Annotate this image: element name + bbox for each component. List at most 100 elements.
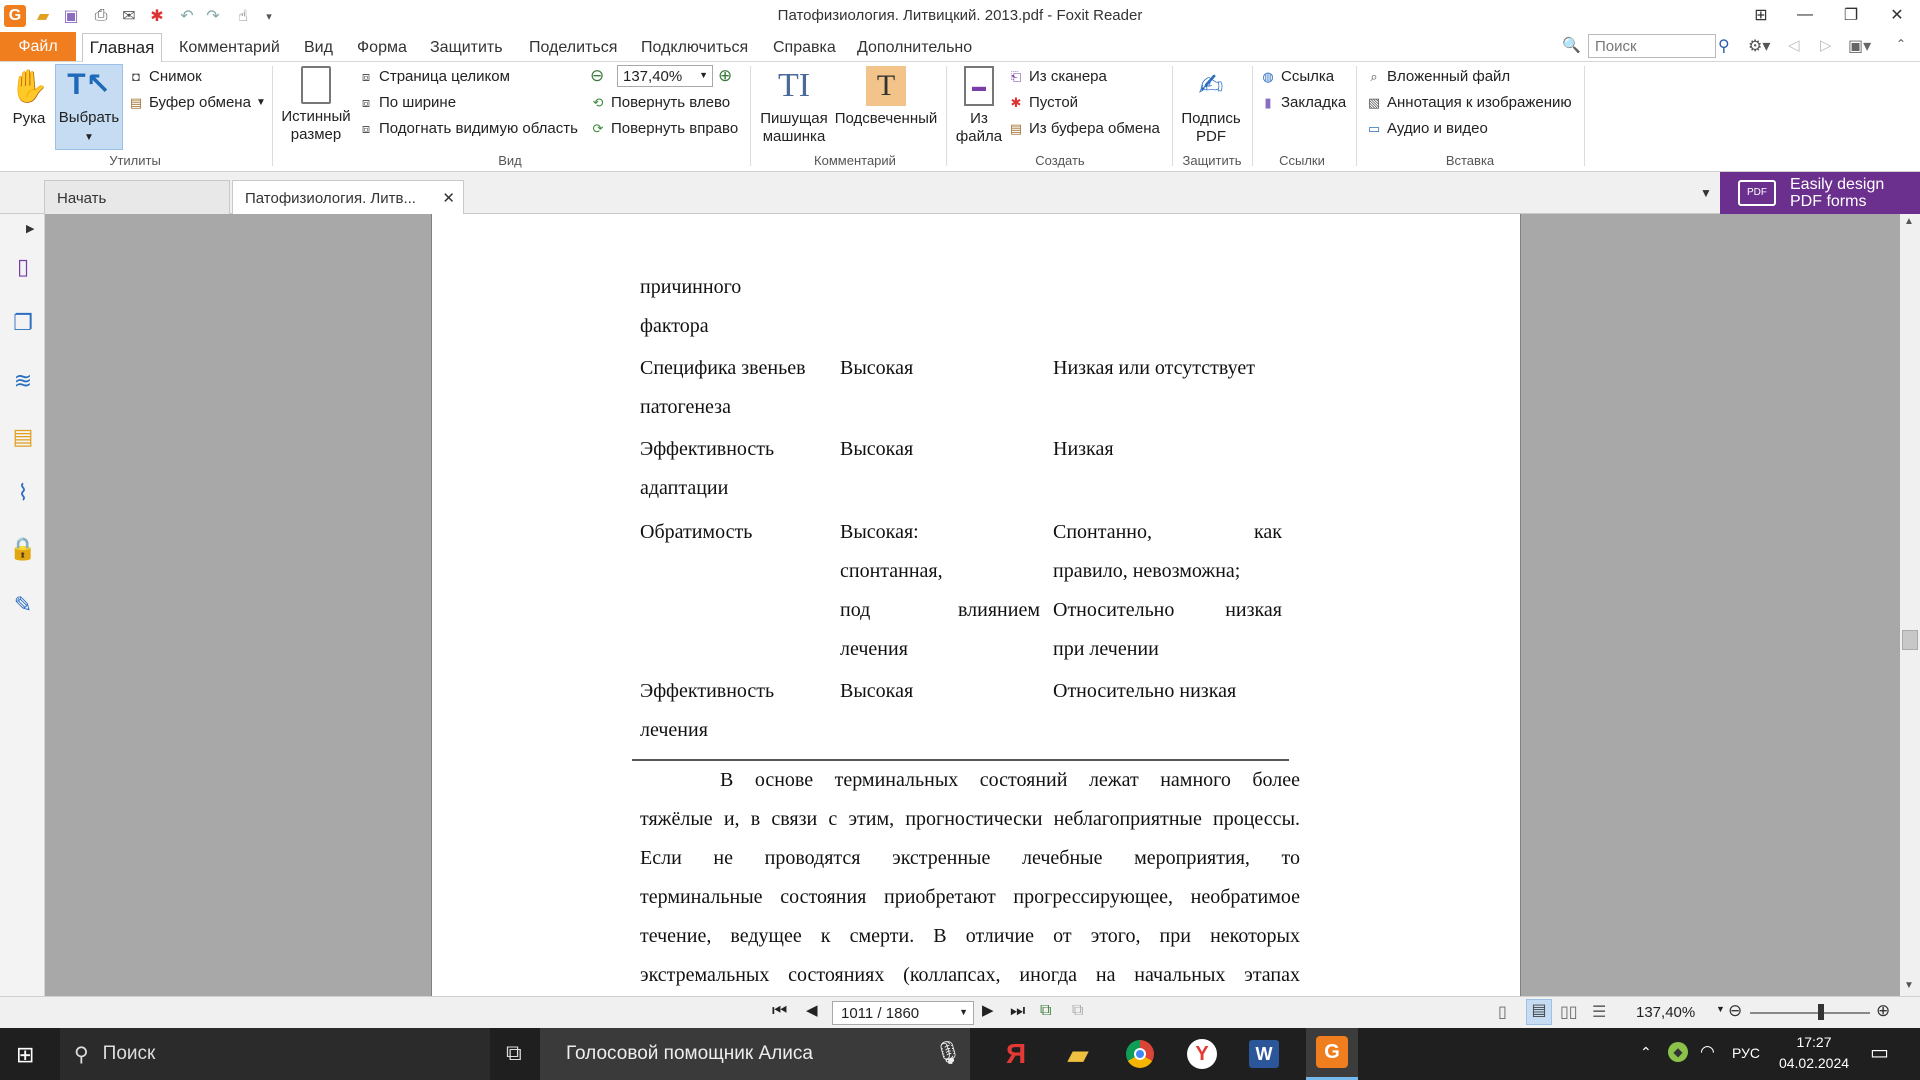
blank-button[interactable]: ✱ Пустой: [1008, 94, 1079, 111]
forward-arrow-icon[interactable]: ▷: [1820, 36, 1832, 54]
continuous-view-icon[interactable]: ▤: [1526, 999, 1552, 1025]
audio-video-button[interactable]: ▭ Аудио и видео: [1366, 120, 1488, 137]
image-annotation-button[interactable]: ▧ Аннотация к изображению: [1366, 94, 1572, 111]
menu-file[interactable]: Файл: [0, 32, 76, 61]
windows-start-icon[interactable]: ⊞: [16, 1042, 34, 1068]
promo-banner[interactable]: PDF Easily design PDF forms: [1720, 172, 1920, 214]
taskbar-search[interactable]: ⚲ Поиск: [60, 1028, 490, 1080]
zoom-out-icon[interactable]: ⊖: [590, 66, 604, 86]
zoom-out-status-icon[interactable]: ⊖: [1728, 1001, 1742, 1021]
alice-assistant[interactable]: Голосовой помощник Алиса 🎙: [540, 1028, 970, 1080]
menu-comment[interactable]: Комментарий: [179, 39, 280, 57]
zoom-slider[interactable]: [1750, 1012, 1870, 1014]
first-page-icon[interactable]: ⏮: [772, 1001, 787, 1021]
close-tab-icon[interactable]: ✕: [442, 189, 455, 207]
layers-icon[interactable]: ≋: [8, 366, 38, 396]
typewriter-button[interactable]: TI Пишущая машинка: [758, 66, 830, 146]
fit-page-button[interactable]: ⧈ Страница целиком: [358, 68, 510, 85]
pages-thumbnail-icon[interactable]: ▯: [8, 252, 38, 282]
tab-list-dropdown-icon[interactable]: ▼: [1700, 186, 1712, 200]
wifi-icon[interactable]: ◠: [1700, 1042, 1715, 1062]
highlight-button[interactable]: T Подсвеченный: [834, 66, 938, 128]
yandex-alice-icon[interactable]: Я: [996, 1034, 1036, 1074]
search-icon[interactable]: ⚲: [1718, 36, 1730, 56]
tray-app-icon[interactable]: ◆: [1668, 1042, 1688, 1062]
fit-width-button[interactable]: ⧈ По ширине: [358, 94, 456, 111]
from-scanner-button[interactable]: ⎗ Из сканера: [1008, 68, 1107, 85]
attachments-paperclip-icon[interactable]: ⌇: [8, 478, 38, 508]
close-button[interactable]: ✕: [1874, 0, 1920, 30]
clipboard-button[interactable]: ▤ Буфер обмена ▼: [128, 94, 266, 111]
zoom-in-status-icon[interactable]: ⊕: [1876, 1001, 1890, 1021]
minimize-button[interactable]: —: [1782, 0, 1828, 30]
document-viewer[interactable]: причинного фактора Специфика звеньев пат…: [45, 214, 1900, 996]
zoom-in-icon[interactable]: ⊕: [718, 66, 732, 86]
show-hidden-icons-icon[interactable]: ⌃: [1640, 1044, 1652, 1061]
from-file-button[interactable]: ▬ Из файла: [954, 66, 1004, 146]
menu-form[interactable]: Форма: [357, 39, 407, 57]
back-arrow-icon[interactable]: ◁: [1788, 36, 1800, 54]
actual-size-button[interactable]: Истинный размер: [280, 66, 352, 144]
vertical-scrollbar[interactable]: ▲ ▼: [1900, 214, 1920, 996]
menu-view[interactable]: Вид: [304, 39, 333, 57]
hand-tool-button[interactable]: ✋ Рука: [8, 66, 50, 128]
comments-icon[interactable]: ▤: [8, 422, 38, 452]
foxit-taskbar-button[interactable]: G: [1306, 1028, 1358, 1080]
search-input[interactable]: Поиск: [1588, 34, 1716, 58]
security-lock-icon[interactable]: 🔒: [8, 534, 38, 564]
zoom-dropdown-icon[interactable]: ▼: [1716, 1004, 1725, 1014]
word-icon[interactable]: W: [1244, 1034, 1284, 1074]
scroll-up-icon[interactable]: ▲: [1904, 216, 1914, 227]
status-zoom[interactable]: 137,40%: [1636, 1004, 1695, 1021]
task-view-icon[interactable]: ⧉: [506, 1040, 522, 1066]
scroll-thumb[interactable]: [1902, 630, 1918, 650]
yandex-browser-icon[interactable]: Y: [1182, 1034, 1222, 1074]
link-button[interactable]: ◍ Ссылка: [1260, 68, 1334, 85]
clock-date[interactable]: 04.02.2024: [1774, 1055, 1854, 1071]
zoom-select[interactable]: 137,40% ▼: [617, 65, 713, 87]
chrome-icon[interactable]: [1120, 1034, 1160, 1074]
scroll-down-icon[interactable]: ▼: [1904, 980, 1914, 991]
layout-grid-icon[interactable]: ⊞: [1738, 0, 1784, 30]
user-account-icon[interactable]: ▣▾: [1848, 36, 1871, 56]
tab-document[interactable]: Патофизиология. Литв... ✕: [232, 180, 464, 214]
bookmark-button[interactable]: ▮ Закладка: [1260, 94, 1346, 111]
continuous-facing-view-icon[interactable]: ☰: [1592, 1002, 1606, 1022]
settings-gear-icon[interactable]: ⚙▾: [1748, 36, 1770, 56]
clock-time[interactable]: 17:27: [1774, 1034, 1854, 1050]
next-page-icon[interactable]: ▶: [982, 1001, 994, 1019]
menu-protect[interactable]: Защитить: [430, 39, 503, 57]
expand-panel-icon[interactable]: ▶: [26, 222, 34, 235]
signature-panel-icon[interactable]: ✎: [8, 590, 38, 620]
previous-view-icon[interactable]: ⧉: [1040, 1002, 1051, 1020]
previous-page-icon[interactable]: ◀: [806, 1001, 818, 1019]
file-explorer-icon[interactable]: ▰: [1058, 1034, 1098, 1074]
menu-home[interactable]: Главная: [82, 33, 162, 62]
next-view-icon[interactable]: ⧉: [1072, 1002, 1083, 1020]
attachment-button[interactable]: ⌕ Вложенный файл: [1366, 68, 1510, 85]
menu-connect[interactable]: Подключиться: [641, 39, 748, 57]
page-number-input[interactable]: 1011 / 1860 ▼: [832, 1001, 974, 1025]
collapse-ribbon-icon[interactable]: ⌃: [1896, 37, 1906, 51]
fit-visible-button[interactable]: ⧈ Подогнать видимую область: [358, 120, 578, 137]
find-folder-icon[interactable]: 🔍: [1562, 36, 1584, 58]
snapshot-button[interactable]: ◘ Снимок: [128, 68, 202, 85]
menu-help[interactable]: Справка: [773, 39, 836, 57]
menu-share[interactable]: Поделиться: [529, 39, 617, 57]
restore-button[interactable]: ❐: [1828, 0, 1874, 30]
rotate-right-button[interactable]: ⟳ Повернуть вправо: [590, 120, 739, 137]
single-page-view-icon[interactable]: ▯: [1498, 1002, 1507, 1022]
sign-pdf-button[interactable]: ✍ Подпись PDF: [1178, 66, 1244, 146]
menu-extra[interactable]: Дополнительно: [857, 39, 972, 57]
input-language[interactable]: РУС: [1732, 1045, 1760, 1061]
notifications-icon[interactable]: ▭: [1870, 1040, 1889, 1065]
from-clipboard-button[interactable]: ▤ Из буфера обмена: [1008, 120, 1160, 137]
tab-start[interactable]: Начать: [44, 180, 230, 214]
page-layers-icon[interactable]: ❐: [8, 308, 38, 338]
select-tool-button[interactable]: T↖ Выбрать ▼: [55, 64, 123, 150]
facing-view-icon[interactable]: ▯▯: [1560, 1002, 1578, 1022]
last-page-icon[interactable]: ⏭: [1010, 1001, 1025, 1021]
zoom-slider-thumb[interactable]: [1818, 1004, 1824, 1020]
microphone-icon[interactable]: 🎙: [934, 1040, 962, 1066]
rotate-left-button[interactable]: ⟲ Повернуть влево: [590, 94, 731, 111]
